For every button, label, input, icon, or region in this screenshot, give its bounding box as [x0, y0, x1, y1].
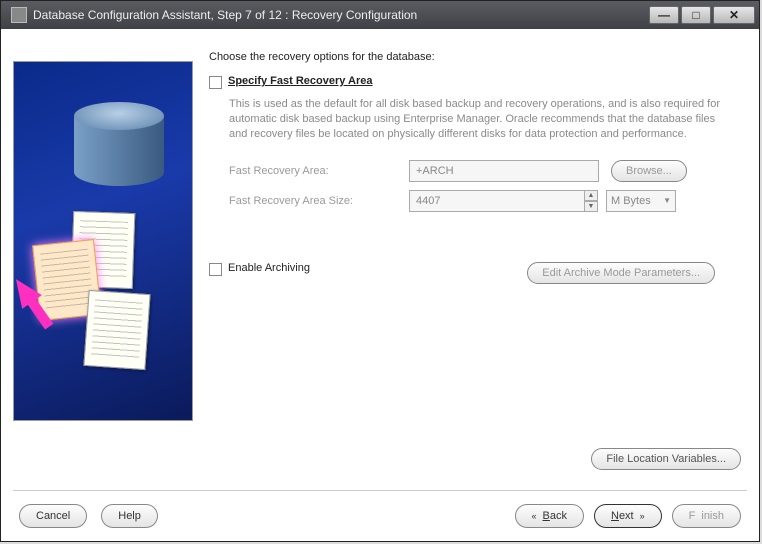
next-button[interactable]: Next »	[594, 504, 662, 528]
finish-button[interactable]: Finish	[672, 504, 741, 528]
content-area: Choose the recovery options for the data…	[1, 29, 759, 490]
maximize-button[interactable]: □	[681, 6, 711, 24]
fra-path-input[interactable]: +ARCH	[409, 160, 599, 182]
browse-button[interactable]: Browse...	[611, 160, 687, 182]
fra-path-row: Fast Recovery Area: +ARCH Browse...	[229, 160, 747, 182]
fra-size-spinner: 4407 ▲ ▼	[409, 190, 598, 212]
enable-archiving-label: Enable Archiving	[228, 262, 310, 274]
specify-fra-row: Specify Fast Recovery Area	[209, 75, 747, 89]
fra-size-unit-select[interactable]: M Bytes ▼	[606, 190, 676, 212]
file-location-variables-button[interactable]: File Location Variables...	[591, 448, 741, 470]
footer-left: Cancel Help	[19, 504, 158, 528]
enable-archiving-row: Enable Archiving Edit Archive Mode Param…	[209, 262, 747, 284]
close-button[interactable]: ✕	[713, 6, 755, 24]
fra-size-unit-label: M Bytes	[611, 195, 651, 207]
chevron-left-icon: «	[532, 511, 537, 521]
help-button[interactable]: Help	[101, 504, 158, 528]
footer-right: « Back Next » Finish	[515, 504, 742, 528]
minimize-button[interactable]: —	[649, 6, 679, 24]
window-title: Database Configuration Assistant, Step 7…	[33, 8, 647, 22]
back-label: ack	[550, 510, 567, 522]
document-icon	[83, 290, 150, 370]
next-label: ext	[619, 510, 634, 522]
wizard-side-image	[13, 61, 193, 421]
cancel-button[interactable]: Cancel	[19, 504, 87, 528]
chevron-right-icon: »	[640, 511, 645, 521]
window-controls: — □ ✕	[647, 6, 755, 24]
spinner-up-icon[interactable]: ▲	[584, 190, 598, 201]
fra-description: This is used as the default for all disk…	[229, 97, 729, 142]
footer: Cancel Help « Back Next » Finish	[1, 491, 759, 541]
app-icon	[11, 7, 27, 23]
spinner-buttons: ▲ ▼	[584, 190, 598, 212]
specify-fra-label: Specify Fast Recovery Area	[228, 75, 373, 87]
fra-size-label: Fast Recovery Area Size:	[229, 195, 409, 207]
chevron-down-icon: ▼	[663, 196, 671, 205]
titlebar: Database Configuration Assistant, Step 7…	[1, 1, 759, 29]
fra-path-label: Fast Recovery Area:	[229, 165, 409, 177]
main-panel: Choose the recovery options for the data…	[205, 41, 747, 478]
fra-size-input[interactable]: 4407	[409, 190, 585, 212]
specify-fra-checkbox[interactable]	[209, 76, 222, 89]
database-cylinder-icon	[74, 102, 164, 192]
edit-archive-button[interactable]: Edit Archive Mode Parameters...	[527, 262, 715, 284]
fra-size-row: Fast Recovery Area Size: 4407 ▲ ▼ M Byte…	[229, 190, 747, 212]
spinner-down-icon[interactable]: ▼	[584, 201, 598, 212]
app-window: Database Configuration Assistant, Step 7…	[0, 0, 760, 542]
file-loc-vars-row: File Location Variables...	[205, 434, 747, 478]
back-button[interactable]: « Back	[515, 504, 584, 528]
enable-archiving-checkbox[interactable]	[209, 263, 222, 276]
page-heading: Choose the recovery options for the data…	[209, 51, 747, 63]
